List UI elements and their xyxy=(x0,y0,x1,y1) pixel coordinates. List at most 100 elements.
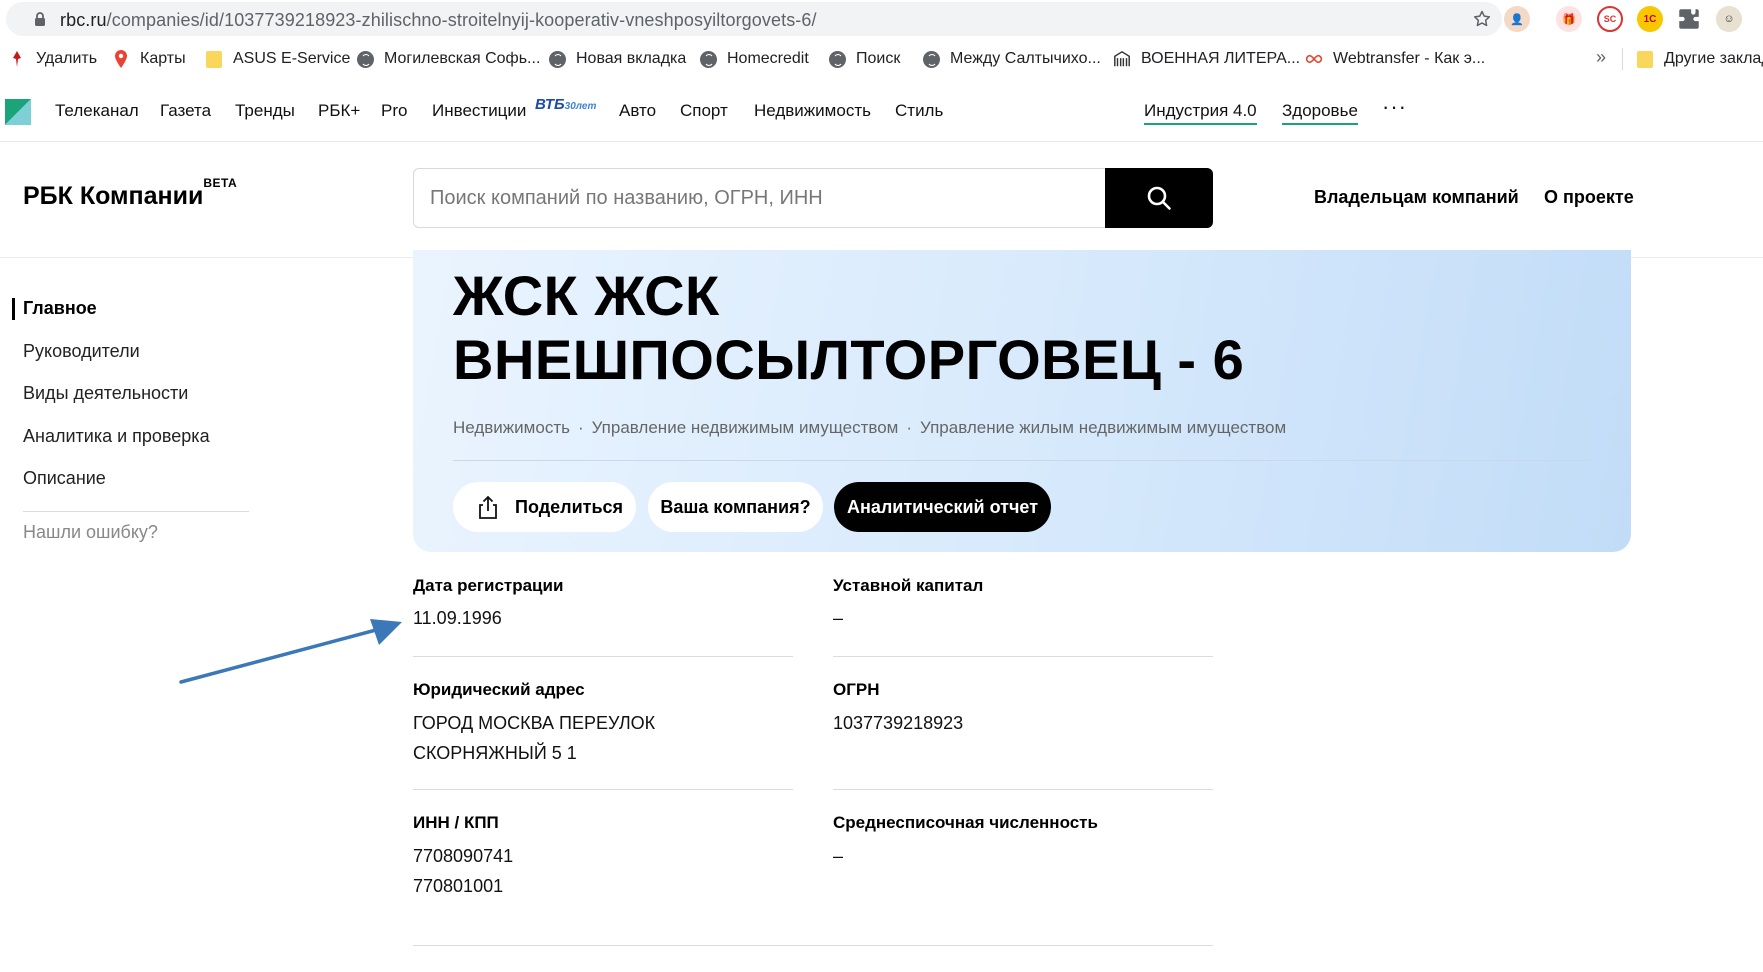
nav-link-rbc-plus[interactable]: РБК+ xyxy=(318,101,360,121)
vtb-partner-name: ВТБ xyxy=(535,96,565,113)
info-divider xyxy=(413,945,1213,946)
sidebar-divider xyxy=(23,511,249,512)
address-bar[interactable]: rbc.ru/companies/id/1037739218923-zhilis… xyxy=(6,2,1502,36)
nav-link-auto[interactable]: Авто xyxy=(619,101,656,121)
building-icon xyxy=(1113,50,1131,68)
company-title-line-1: ЖСК ЖСК xyxy=(453,264,720,327)
about-project-link[interactable]: О проекте xyxy=(1544,187,1634,208)
company-search-input[interactable] xyxy=(414,169,1106,227)
bookmark-item[interactable]: Webtransfer - Как э... xyxy=(1305,48,1485,70)
maps-icon xyxy=(112,50,130,68)
nav-link-newspaper[interactable]: Газета xyxy=(160,101,211,121)
url-host: rbc.ru xyxy=(60,10,107,30)
more-menu-icon[interactable]: ··· xyxy=(1382,94,1407,120)
extension-gift-icon[interactable]: 🎁 xyxy=(1556,6,1582,32)
analytic-report-button-label: Аналитический отчет xyxy=(846,496,1039,517)
annotation-arrow-icon xyxy=(179,619,402,684)
ogrn-value: 1037739218923 xyxy=(833,713,964,733)
bookmark-label: Удалить xyxy=(36,50,98,67)
bookmarks-separator xyxy=(1622,48,1623,70)
your-company-button[interactable]: Ваша компания? xyxy=(648,482,823,532)
sidebar-item-activities[interactable]: Виды деятельности xyxy=(23,383,188,404)
ogrn-label: ОГРН xyxy=(833,680,880,699)
nav-link-trends[interactable]: Тренды xyxy=(235,101,295,121)
nav-link-health[interactable]: Здоровье xyxy=(1282,101,1358,125)
share-button-label: Поделиться xyxy=(515,496,624,517)
sidebar-item-managers[interactable]: Руководители xyxy=(23,341,140,362)
search-button[interactable] xyxy=(1105,168,1213,228)
share-button[interactable]: Поделиться xyxy=(453,482,636,532)
report-error-link[interactable]: Нашли ошибку? xyxy=(23,522,158,543)
sidebar-item-description[interactable]: Описание xyxy=(23,468,106,489)
for-owners-link[interactable]: Владельцам компаний xyxy=(1314,187,1519,208)
brand-beta-tag: BETA xyxy=(203,175,238,190)
pin-icon xyxy=(8,50,26,68)
bookmark-label: Карты xyxy=(140,50,186,67)
nav-link-tv[interactable]: Телеканал xyxy=(55,101,139,121)
category-item[interactable]: Недвижимость xyxy=(453,418,570,437)
nav-link-realty[interactable]: Недвижимость xyxy=(754,101,871,121)
kpp-value: 770801001 xyxy=(413,876,504,896)
capital-value: – xyxy=(833,608,844,628)
category-item[interactable]: Управление жилым недвижимым имуществом xyxy=(920,418,1286,437)
company-search-box xyxy=(413,168,1106,228)
info-divider xyxy=(413,789,793,790)
hero-divider xyxy=(453,460,1590,461)
nav-link-pro[interactable]: Pro xyxy=(381,101,407,121)
vtb-partner-logo[interactable]: ВТБ30лет xyxy=(535,96,596,113)
globe-icon xyxy=(356,50,374,68)
bookmark-item[interactable]: Карты xyxy=(112,48,186,70)
nav-link-investments[interactable]: Инвестиции xyxy=(432,101,526,121)
extension-profile-icon[interactable]: 👤 xyxy=(1504,6,1530,32)
bookmark-label: Webtransfer - Как э... xyxy=(1333,50,1486,67)
bookmark-star-icon[interactable] xyxy=(1472,9,1492,29)
bookmark-item[interactable]: Удалить xyxy=(8,48,97,70)
bookmark-item[interactable]: Между Салтычихо... xyxy=(922,48,1101,70)
other-bookmarks-folder[interactable]: Другие заклад xyxy=(1636,48,1763,70)
globe-icon xyxy=(828,50,846,68)
extension-sc-icon[interactable]: SC xyxy=(1597,6,1623,32)
url-text[interactable]: rbc.ru/companies/id/1037739218923-zhilis… xyxy=(60,10,817,31)
rbc-logo-icon[interactable] xyxy=(5,99,31,125)
sidebar-item-main[interactable]: Главное xyxy=(23,298,97,319)
bookmark-item[interactable]: Могилевская Софь... xyxy=(356,48,540,70)
extensions-puzzle-icon[interactable] xyxy=(1676,6,1702,32)
category-item[interactable]: Управление недвижимым имуществом xyxy=(592,418,899,437)
infinity-icon xyxy=(1305,50,1323,68)
legal-address-line-2: СКОРНЯЖНЫЙ 5 1 xyxy=(413,743,577,763)
reg-date-value: 11.09.1996 xyxy=(413,608,502,628)
bookmark-item[interactable]: ВОЕННАЯ ЛИТЕРА... xyxy=(1113,48,1300,70)
inn-value: 7708090741 xyxy=(413,846,514,866)
url-path: /companies/id/1037739218923-zhilischno-s… xyxy=(106,10,817,30)
bookmark-label: Homecredit xyxy=(727,50,809,67)
bookmark-item[interactable]: ASUS E-Service xyxy=(205,48,350,70)
reg-date-label: Дата регистрации xyxy=(413,576,564,595)
capital-label: Уставной капитал xyxy=(833,576,984,595)
share-icon xyxy=(479,495,497,519)
site-top-nav: Телеканал Газета Тренды РБК+ Pro Инвести… xyxy=(0,80,1763,142)
profile-avatar-icon[interactable]: ☺ xyxy=(1716,6,1742,32)
bookmark-item[interactable]: Новая вкладка xyxy=(548,48,686,70)
nav-link-sport[interactable]: Спорт xyxy=(680,101,728,121)
category-separator: · xyxy=(577,418,584,437)
nav-link-industry-4[interactable]: Индустрия 4.0 xyxy=(1144,101,1257,125)
globe-icon xyxy=(548,50,566,68)
sidebar-item-analytics[interactable]: Аналитика и проверка xyxy=(23,426,210,447)
extension-1c-icon[interactable]: 1C xyxy=(1637,6,1663,32)
your-company-button-label: Ваша компания? xyxy=(660,496,811,517)
category-breadcrumb: Недвижимость · Управление недвижимым имуще… xyxy=(453,418,1286,438)
inn-kpp-label: ИНН / КПП xyxy=(413,813,499,832)
nav-link-style[interactable]: Стиль xyxy=(895,101,943,121)
lock-icon[interactable] xyxy=(32,11,48,27)
more-bookmarks-button[interactable]: » xyxy=(1596,46,1606,68)
search-icon xyxy=(1147,186,1171,210)
brand-logo[interactable]: РБК КомпанииBETA xyxy=(23,176,237,211)
legal-address-label: Юридический адрес xyxy=(413,680,585,699)
bookmark-label: Поиск xyxy=(856,50,901,67)
legal-address-line-1: ГОРОД МОСКВА ПЕРЕУЛОК xyxy=(413,713,656,733)
bookmark-item[interactable]: Поиск xyxy=(828,48,900,70)
globe-icon xyxy=(922,50,940,68)
bookmark-label: ВОЕННАЯ ЛИТЕРА... xyxy=(1141,50,1301,67)
analytic-report-button[interactable]: Аналитический отчет xyxy=(834,482,1051,532)
bookmark-item[interactable]: Homecredit xyxy=(699,48,809,70)
